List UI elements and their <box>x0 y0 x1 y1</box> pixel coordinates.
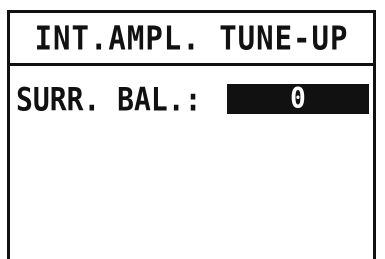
parameter-label: SURR. BAL.: <box>16 80 202 118</box>
page-title: INT.AMPL. TUNE-UP <box>34 18 349 58</box>
parameter-row[interactable]: SURR. BAL.: 0 <box>16 80 369 118</box>
lcd-display: INT.AMPL. TUNE-UP SURR. BAL.: 0 <box>7 10 376 259</box>
parameter-value: 0 <box>290 82 306 116</box>
title-bar: INT.AMPL. TUNE-UP <box>10 13 373 66</box>
parameter-value-field[interactable]: 0 <box>227 82 369 116</box>
